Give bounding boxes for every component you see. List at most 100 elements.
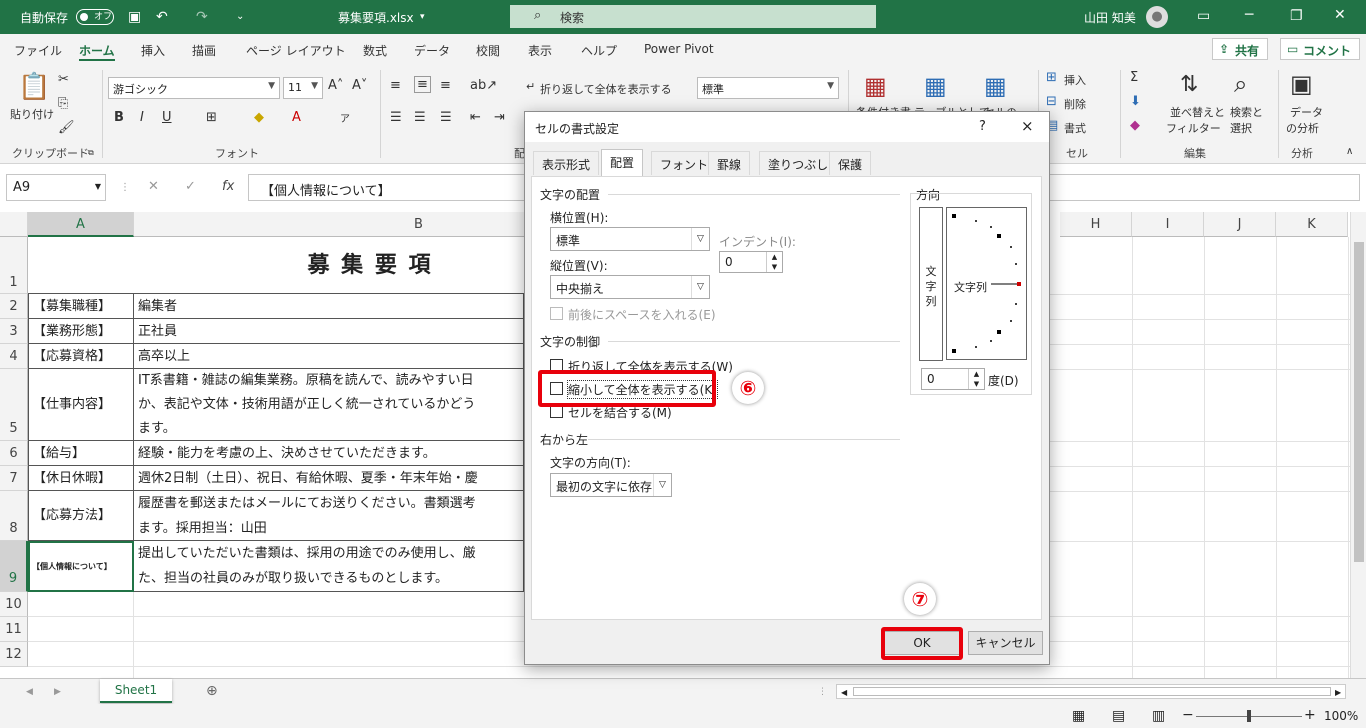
search-box[interactable]: ⌕ 検索	[510, 5, 876, 28]
tab-insert[interactable]: 挿入	[141, 42, 165, 59]
insert-cells-button[interactable]: 挿入	[1064, 72, 1086, 88]
cell-b2[interactable]: 編集者	[134, 294, 524, 319]
prev-sheet-icon[interactable]: ◀	[26, 685, 33, 699]
select-all-corner[interactable]	[0, 212, 28, 237]
scroll-left-icon[interactable]: ◀	[841, 686, 847, 700]
redo-icon[interactable]: ↷	[196, 10, 208, 24]
cancel-button[interactable]: キャンセル	[968, 631, 1043, 655]
user-name[interactable]: 山田 知美	[1084, 9, 1136, 26]
row-header-11[interactable]: 11	[0, 617, 28, 642]
find-select-label-1[interactable]: 検索と	[1230, 104, 1263, 120]
delete-cells-button[interactable]: 削除	[1064, 96, 1086, 112]
next-sheet-icon[interactable]: ▶	[54, 685, 61, 699]
tab-alignment[interactable]: 配置	[601, 149, 644, 177]
delete-cells-icon[interactable]: ⊟	[1046, 94, 1057, 109]
tab-review[interactable]: 校閲	[476, 42, 500, 59]
underline-icon[interactable]: U	[162, 110, 172, 125]
tab-page-layout[interactable]: ページ レイアウト	[246, 42, 346, 59]
paste-icon[interactable]: 📋	[18, 72, 50, 102]
row-header-10[interactable]: 10	[0, 592, 28, 617]
spin-arrows-icon[interactable]: ▲ ▼	[968, 369, 984, 389]
row-header-7[interactable]: 7	[0, 466, 28, 491]
ribbon-display-icon[interactable]: ▭	[1197, 9, 1210, 23]
help-button[interactable]: ?	[979, 119, 986, 134]
vertical-scrollbar[interactable]	[1350, 212, 1366, 678]
column-header-i[interactable]: I	[1132, 212, 1204, 237]
find-select-icon[interactable]: ⌕	[1234, 70, 1247, 98]
align-center-icon[interactable]: ☰	[414, 110, 426, 125]
cell-a9-selected[interactable]: 【個人情報について】	[28, 541, 134, 592]
cell-b7[interactable]: 週休2日制（土日）、祝日、有給休暇、夏季・年末年始・慶	[134, 466, 524, 491]
tab-draw[interactable]: 描画	[192, 42, 216, 59]
align-right-icon[interactable]: ☰	[440, 110, 452, 125]
tab-fill[interactable]: 塗りつぶし	[759, 151, 838, 175]
collapse-ribbon-icon[interactable]: ∧	[1346, 146, 1353, 157]
zoom-slider-thumb[interactable]	[1247, 710, 1251, 722]
row-header-1[interactable]: 1	[0, 237, 28, 294]
page-break-view-icon[interactable]: ▥	[1152, 709, 1165, 723]
conditional-formatting-icon[interactable]: ▦	[864, 72, 887, 100]
sort-filter-label-2[interactable]: フィルター	[1166, 120, 1221, 136]
tab-number[interactable]: 表示形式	[533, 151, 600, 175]
analyze-data-label-1[interactable]: データ	[1290, 104, 1323, 120]
cell-b3[interactable]: 正社員	[134, 319, 524, 344]
sort-filter-label-1[interactable]: 並べ替えと	[1170, 104, 1225, 120]
font-name-combo[interactable]: 游ゴシック ▼	[108, 77, 280, 99]
close-icon[interactable]: ✕	[1334, 8, 1346, 22]
wrap-text-icon[interactable]: ↵	[526, 80, 535, 93]
sheet-tab-sheet1[interactable]: Sheet1	[100, 679, 172, 703]
copy-icon[interactable]: ⎘	[58, 96, 68, 111]
format-as-table-icon[interactable]: ▦	[924, 72, 947, 100]
scrollbar-thumb[interactable]	[853, 687, 1331, 696]
row-header-4[interactable]: 4	[0, 344, 28, 369]
column-header-h[interactable]: H	[1060, 212, 1132, 237]
add-sheet-icon[interactable]: ⊕	[206, 684, 218, 698]
format-cells-button[interactable]: 書式	[1064, 120, 1086, 136]
column-header-k[interactable]: K	[1276, 212, 1348, 237]
minimize-icon[interactable]: ─	[1245, 8, 1253, 22]
text-direction-select[interactable]: 最初の文字に依存 ▽	[550, 473, 672, 497]
comment-button[interactable]: ▭ コメント	[1280, 38, 1361, 60]
decrease-font-icon[interactable]: A˅	[352, 78, 367, 93]
tab-formulas[interactable]: 数式	[363, 42, 387, 59]
analyze-data-icon[interactable]: ▣	[1290, 70, 1313, 98]
cell-b4[interactable]: 高卒以上	[134, 344, 524, 369]
name-box[interactable]: A9 ▼	[6, 174, 106, 201]
tab-home[interactable]: ホーム	[79, 42, 115, 61]
insert-function-icon[interactable]: fx	[222, 180, 234, 194]
align-middle-icon[interactable]: ≡	[414, 76, 431, 93]
cell-b9[interactable]: 提出していただいた書類は、採用の用途でのみ使用し、厳 た、担当の社員のみが取り扱…	[134, 541, 524, 592]
column-header-j[interactable]: J	[1204, 212, 1276, 237]
undo-icon[interactable]: ↶	[156, 10, 168, 24]
scrollbar-thumb[interactable]	[1354, 242, 1364, 562]
vertical-text-button[interactable]: 文 字 列	[919, 207, 943, 361]
decrease-indent-icon[interactable]: ⇤	[470, 110, 481, 125]
cancel-entry-icon[interactable]: ✕	[148, 180, 159, 194]
horizontal-scrollbar[interactable]: ◀ ▶	[836, 684, 1346, 699]
justify-distributed-checkbox[interactable]	[550, 307, 563, 320]
confirm-entry-icon[interactable]: ✓	[185, 180, 196, 194]
clear-icon[interactable]: ◆	[1130, 118, 1140, 133]
fill-icon[interactable]: ⬇	[1130, 94, 1141, 109]
cell-b6[interactable]: 経験・能力を考慮の上、決めさせていただきます。	[134, 441, 524, 466]
borders-icon[interactable]: ⊞	[206, 110, 217, 125]
normal-view-icon[interactable]: ▦	[1072, 709, 1085, 723]
cell-a2[interactable]: 【募集職種】	[28, 294, 134, 319]
restore-icon[interactable]: ❐	[1290, 9, 1303, 23]
cell-b5[interactable]: IT系書籍・雑誌の編集業務。原稿を読んで、読みやすい日 か、表記や文体・技術用語…	[134, 369, 524, 441]
analyze-data-label-2[interactable]: の分析	[1286, 120, 1319, 136]
tab-help[interactable]: ヘルプ	[581, 42, 617, 59]
zoom-in-icon[interactable]: +	[1304, 708, 1316, 722]
paste-button[interactable]: 貼り付け	[10, 106, 54, 122]
column-header-a[interactable]: A	[28, 212, 134, 237]
fill-color-icon[interactable]: ◆	[254, 110, 264, 125]
indent-spinner[interactable]: 0 ▲ ▼	[719, 251, 783, 273]
tab-border[interactable]: 罫線	[708, 151, 751, 175]
font-color-icon[interactable]: A	[292, 110, 301, 125]
increase-indent-icon[interactable]: ⇥	[494, 110, 505, 125]
dialog-launcher-icon[interactable]: ⧉	[88, 148, 94, 158]
share-button[interactable]: ⇪ 共有	[1212, 38, 1269, 60]
bold-icon[interactable]: B	[114, 110, 124, 125]
row-header-2[interactable]: 2	[0, 294, 28, 319]
save-icon[interactable]: ▣	[128, 10, 141, 24]
